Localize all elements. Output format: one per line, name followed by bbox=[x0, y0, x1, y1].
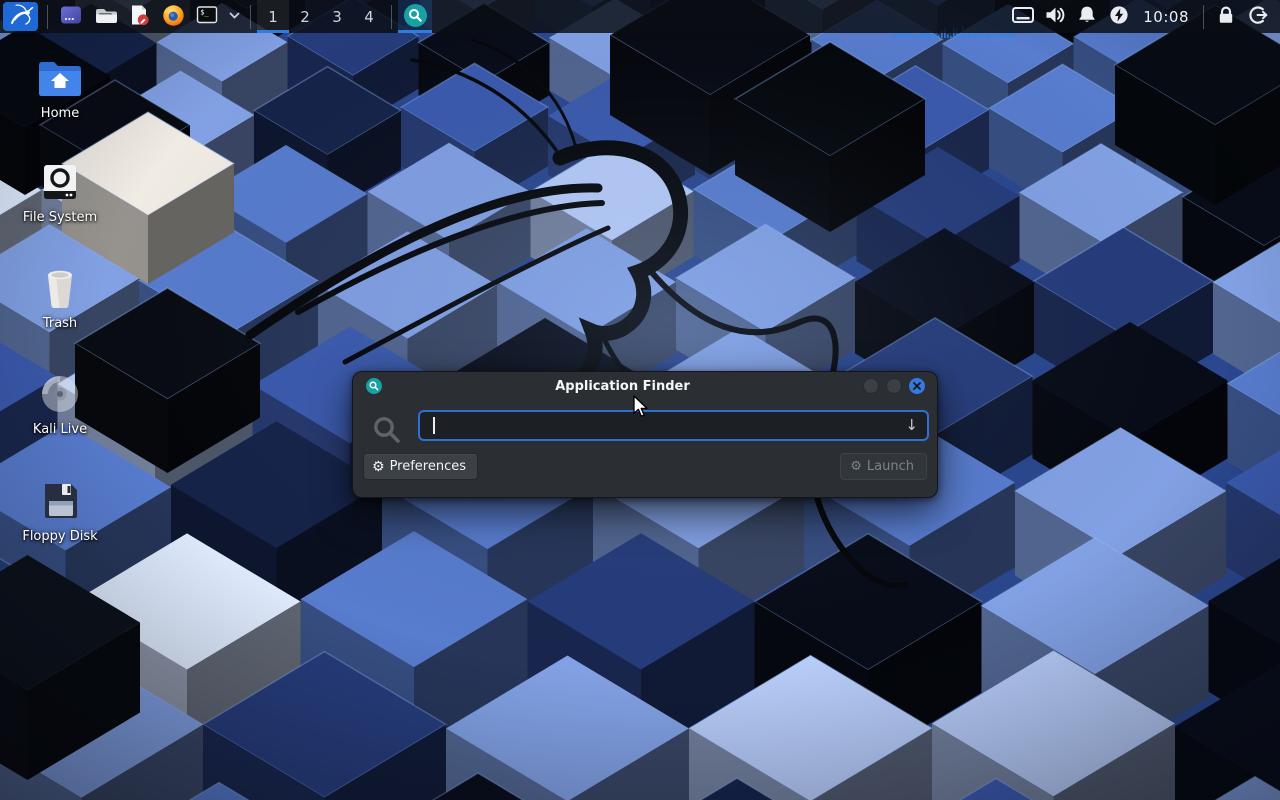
desktop-icon-label: Kali Live bbox=[12, 422, 108, 437]
chevron-down-icon bbox=[228, 9, 241, 25]
launcher-text-editor[interactable] bbox=[122, 0, 156, 33]
document-edit-icon bbox=[127, 3, 151, 30]
launcher-firefox[interactable] bbox=[156, 0, 190, 33]
lock-icon bbox=[1215, 4, 1237, 29]
terminal-icon: $_ bbox=[195, 3, 219, 30]
system-run-icon: ⚙ bbox=[850, 460, 862, 473]
firefox-icon bbox=[161, 3, 186, 31]
window-titlebar[interactable]: Application Finder bbox=[353, 372, 937, 400]
dropdown-arrow-icon[interactable]: ↓ bbox=[905, 416, 918, 434]
notifications-tray-button[interactable] bbox=[1071, 0, 1103, 33]
text-caret bbox=[433, 417, 435, 434]
app-finder-window-icon bbox=[366, 378, 382, 394]
desktop-icon-trash[interactable]: Trash bbox=[12, 264, 108, 331]
display-settings-tray-button[interactable] bbox=[1007, 0, 1039, 33]
close-button[interactable] bbox=[909, 378, 925, 394]
desktop-icon-label: Trash bbox=[12, 316, 108, 331]
launcher-terminal[interactable]: $_ bbox=[190, 0, 224, 33]
workspace-4-label: 4 bbox=[364, 8, 374, 26]
display-icon bbox=[1011, 4, 1035, 29]
app-finder-panel-button[interactable] bbox=[398, 0, 432, 33]
desktop-icon-floppy-disk[interactable]: Floppy Disk bbox=[12, 477, 108, 544]
window-title: Application Finder bbox=[382, 379, 863, 394]
launcher-dropdown-arrow[interactable] bbox=[224, 0, 244, 33]
workspace-2[interactable]: 2 bbox=[289, 0, 321, 33]
preferences-button[interactable]: ⚙ Preferences bbox=[363, 453, 478, 480]
gear-icon: ⚙ bbox=[372, 460, 385, 474]
svg-text:$_: $_ bbox=[200, 9, 209, 17]
hard-drive-icon bbox=[12, 158, 108, 206]
search-icon bbox=[371, 414, 403, 450]
workspace-3[interactable]: 3 bbox=[321, 0, 353, 33]
panel-separator bbox=[391, 5, 392, 29]
window-buttons bbox=[863, 378, 925, 394]
desktop-icon-home[interactable]: Home bbox=[12, 54, 108, 121]
logout-button[interactable] bbox=[1242, 0, 1274, 33]
launcher-qterminal[interactable] bbox=[54, 0, 88, 33]
launcher-file-manager[interactable] bbox=[88, 0, 122, 33]
dialog-body: ↓ ⚙ Preferences ⚙ Launch bbox=[353, 400, 937, 499]
clock[interactable]: 10:08 bbox=[1135, 8, 1197, 26]
panel-separator bbox=[1203, 5, 1204, 29]
launch-label: Launch bbox=[867, 459, 914, 474]
desktop-icon-label: File System bbox=[12, 210, 108, 225]
panel-separator bbox=[250, 5, 251, 29]
logout-icon bbox=[1247, 4, 1269, 29]
power-lightning-icon bbox=[1108, 4, 1130, 29]
floppy-disk-icon bbox=[12, 477, 108, 525]
workspace-1[interactable]: 1 bbox=[257, 0, 289, 33]
desktop-icon-file-system[interactable]: File System bbox=[12, 158, 108, 225]
desktop-icon-label: Home bbox=[12, 106, 108, 121]
folder-icon bbox=[93, 3, 118, 30]
workspace-2-label: 2 bbox=[300, 8, 310, 26]
app-finder-icon bbox=[403, 3, 428, 31]
workspace-3-label: 3 bbox=[332, 8, 342, 26]
launch-button[interactable]: ⚙ Launch bbox=[840, 453, 927, 480]
minimize-button[interactable] bbox=[863, 378, 879, 394]
search-input-container: ↓ bbox=[418, 410, 929, 441]
trash-can-icon bbox=[12, 264, 108, 312]
dialog-button-row: ⚙ Preferences ⚙ Launch bbox=[353, 453, 937, 481]
application-finder-window: Application Finder bbox=[352, 371, 938, 498]
home-folder-icon bbox=[12, 54, 108, 102]
bell-icon bbox=[1076, 4, 1098, 29]
qterminal-icon bbox=[59, 3, 83, 30]
top-panel: $_ 1 2 3 4 bbox=[0, 0, 1280, 33]
search-input[interactable] bbox=[430, 414, 890, 437]
optical-disc-icon bbox=[12, 370, 108, 418]
workspace-4[interactable]: 4 bbox=[353, 0, 385, 33]
workspace-switcher: 1 2 3 4 bbox=[257, 0, 385, 33]
workspace-1-label: 1 bbox=[268, 8, 278, 26]
kali-dragon-icon bbox=[8, 2, 34, 31]
power-manager-tray-button[interactable] bbox=[1103, 0, 1135, 33]
close-icon bbox=[913, 382, 921, 390]
volume-icon bbox=[1044, 4, 1066, 29]
volume-tray-button[interactable] bbox=[1039, 0, 1071, 33]
preferences-label: Preferences bbox=[390, 459, 466, 474]
lock-screen-button[interactable] bbox=[1210, 0, 1242, 33]
panel-separator bbox=[47, 5, 48, 29]
desktop-icon-label: Floppy Disk bbox=[12, 529, 108, 544]
applications-menu-button[interactable] bbox=[3, 2, 38, 31]
maximize-button[interactable] bbox=[886, 378, 902, 394]
desktop-icon-kali-live[interactable]: Kali Live bbox=[12, 370, 108, 437]
desktop: $_ 1 2 3 4 bbox=[0, 0, 1280, 800]
